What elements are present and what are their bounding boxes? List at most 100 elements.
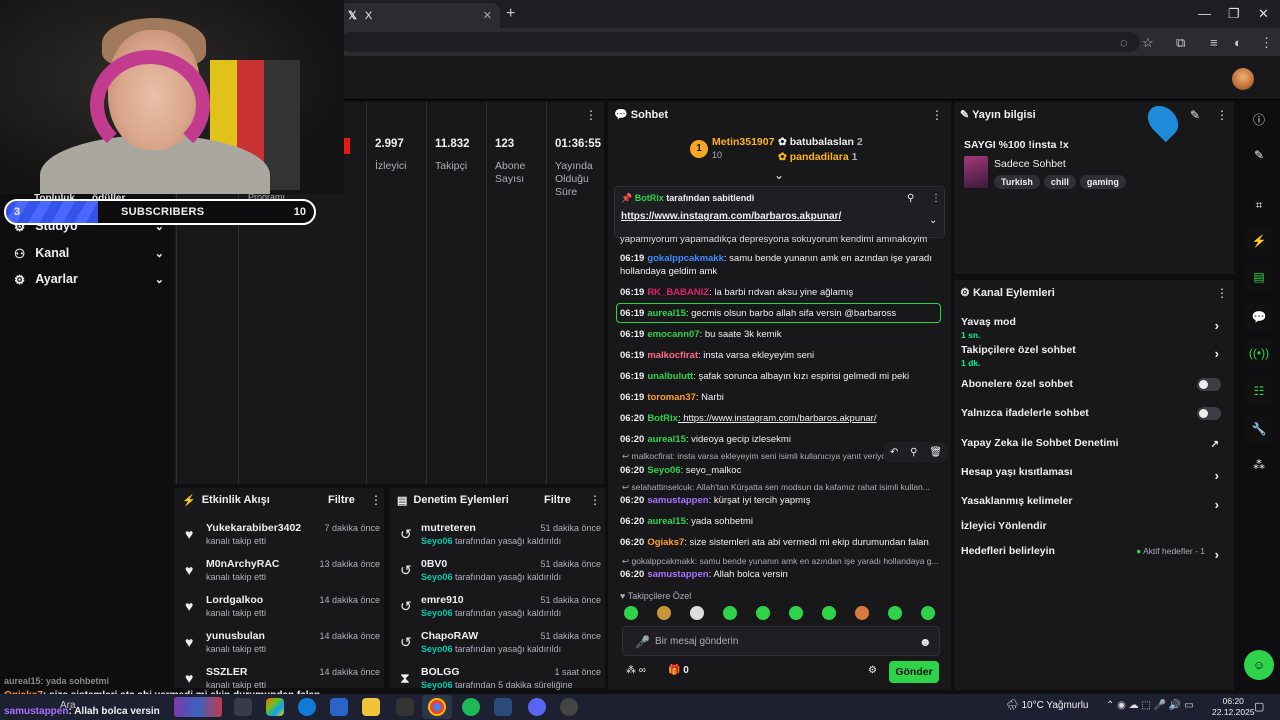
list-item[interactable]: ♥ M0nArchyRAC kanalı takip etti 13 dakik… (182, 558, 380, 588)
chat-icon[interactable]: 💬 (1245, 304, 1273, 330)
tray-icons[interactable]: ⌃ ◉ ☁ ⬚ 🎤 🔊 ▭ (1106, 700, 1194, 711)
chat-message[interactable]: 06:20 aureal15: yada sohbetmi (620, 515, 940, 528)
chat-input[interactable]: 🎤 Bir mesaj gönderin ☻ (622, 626, 940, 656)
clock[interactable]: 06:20 22.12.2025 (1212, 696, 1255, 718)
mail-icon[interactable] (330, 698, 348, 716)
trash-icon[interactable]: 🗑 (929, 447, 942, 458)
support-icon[interactable]: ☺ (1244, 650, 1274, 680)
close-icon[interactable]: ✕ (483, 9, 492, 22)
browser-tab[interactable]: 𝕏 X ✕ (340, 3, 500, 28)
emote-icon[interactable] (921, 606, 935, 620)
kebab-icon[interactable]: ⋮ (589, 493, 601, 507)
screenshot-icon[interactable]: ⌗ (1245, 192, 1273, 218)
leaderboard-item[interactable]: ✿ batubalaslan 2 (778, 136, 863, 148)
taskbar-search[interactable]: Ara (60, 700, 76, 711)
chat-message[interactable]: 06:20 samustappen: kürşat iyi tercih yapm… (620, 494, 940, 507)
category-name[interactable]: Sadece Sohbet (994, 158, 1066, 170)
list-item[interactable]: ♥ Yukekarabiber3402 kanalı takip etti 7 … (182, 522, 380, 552)
copilot-icon[interactable] (266, 698, 284, 716)
chat-settings-icon[interactable]: ⚙ (868, 665, 877, 676)
tag[interactable]: Turkish (994, 175, 1040, 189)
list-item[interactable]: ↺ ChapoRAW Seyo06 tarafından yasağı kald… (397, 630, 601, 660)
info-icon[interactable]: ⓘ (1245, 106, 1273, 132)
list-item[interactable]: ♥ yunusbulan kanalı takip etti 14 dakika… (182, 630, 380, 660)
channel-action-row[interactable]: Yapay Zeka ile Sohbet Denetimi ↗ (961, 437, 1227, 450)
chat-message[interactable]: 06:20 Seyo06: seyo_malkoc (620, 464, 940, 477)
pencil-icon[interactable]: ✎ (1190, 108, 1200, 122)
channel-action-row[interactable]: Yalnızca ifadelerle sohbet (961, 407, 1227, 420)
wrench-icon[interactable]: 🔧 (1245, 416, 1273, 442)
edge-icon[interactable] (298, 698, 316, 716)
toggle-switch[interactable] (1197, 378, 1221, 391)
new-tab-button[interactable]: + (506, 5, 515, 23)
chat-message[interactable]: 06:20 BotRix: https://www.instagram.com/b… (620, 412, 940, 425)
list-item[interactable]: ↺ emre910 Seyo06 tarafından yasağı kaldı… (397, 594, 601, 624)
minimize-icon[interactable]: — (1198, 6, 1211, 21)
list-item[interactable]: ↺ 0BV0 Seyo06 tarafından yasağı kaldırıl… (397, 558, 601, 588)
mic-icon[interactable]: 🎤 (635, 635, 650, 649)
emote-icon[interactable] (624, 606, 638, 620)
expand-icon[interactable]: ⌄ (774, 168, 784, 182)
folder-icon[interactable] (362, 698, 380, 716)
list-item[interactable]: ⧗ BOLGG Seyo06 tarafından 5 dakika sürel… (397, 666, 601, 696)
chat-message[interactable]: 06:19 toroman37: Narbi (620, 391, 940, 404)
toggle-switch[interactable] (1197, 407, 1221, 420)
pinned-message[interactable]: 📌 BotRix tarafından sabitlendi https://w… (614, 186, 945, 238)
leaderboard-item[interactable]: ✿ pandadilara 1 (778, 151, 857, 163)
chat-message[interactable]: 06:19 unalbulutt: şafak sorunca albayın k… (620, 370, 940, 383)
steam-icon[interactable] (494, 698, 512, 716)
emote-icon[interactable] (855, 606, 869, 620)
filter-button[interactable]: Filtre (544, 494, 571, 506)
avatar[interactable] (1232, 68, 1254, 90)
eye-off-icon[interactable]: ◌ (1120, 35, 1128, 50)
moderation-icon[interactable]: ☷ (1245, 378, 1273, 404)
taskbar-thumbnail[interactable] (174, 697, 222, 717)
menu-icon[interactable]: ⋮ (1260, 35, 1273, 51)
reply-icon[interactable]: ↶ (890, 447, 898, 458)
emote-icon[interactable] (888, 606, 902, 620)
emote-icon[interactable] (789, 606, 803, 620)
emoji-icon[interactable]: ☻ (919, 635, 932, 649)
chat-message[interactable]: 06:20 samustappen: Allah bolca versin (620, 568, 940, 581)
profile-icon[interactable]: ◐ (1234, 35, 1242, 50)
channel-action-row[interactable]: Takipçilere özel sohbet 1 dk. › (961, 344, 1227, 368)
weather-widget[interactable]: 🌧 10°C Yağmurlu (1006, 700, 1088, 711)
filter-button[interactable]: Filtre (328, 494, 355, 506)
kebab-icon[interactable]: ⋮ (1216, 108, 1228, 122)
pencil-icon[interactable]: ✎ (1245, 142, 1273, 168)
kebab-icon[interactable]: ⋮ (931, 108, 943, 122)
xbox-icon[interactable] (396, 698, 414, 716)
nav-item-ayarlar[interactable]: ⚙ Ayarlar ⌄ (14, 267, 164, 291)
list-item[interactable]: ↺ mutreteren Seyo06 tarafından yasağı ka… (397, 522, 601, 552)
list-item[interactable]: ♥ Lordgalkoo kanalı takip etti 14 dakika… (182, 594, 380, 624)
tag[interactable]: gaming (1079, 175, 1126, 189)
reply-context[interactable]: ↩ gokalppcakmakk: samu bende yunanın amk… (622, 556, 942, 567)
chat-message[interactable]: 06:20 Ogiaks7: size sistemleri ata abi ve… (620, 536, 940, 549)
kebab-icon[interactable]: ⋮ (1216, 286, 1228, 300)
channel-action-row[interactable]: İzleyici Yönlendir (961, 520, 1227, 532)
kebab-icon[interactable]: ⋮ (370, 493, 382, 507)
app-icon[interactable] (560, 698, 578, 716)
channel-action-row[interactable]: Hedefleri belirleyin › ● Aktif hedefler - … (961, 545, 1227, 562)
chrome-icon[interactable] (428, 698, 446, 716)
tag[interactable]: chill (1043, 175, 1076, 189)
kebab-icon[interactable]: ⋮ (931, 193, 941, 204)
broadcast-icon[interactable]: ((•)) (1245, 340, 1273, 366)
channel-action-row[interactable]: Hesap yaşı kısıtlaması › (961, 466, 1227, 483)
notification-icon[interactable]: ▢ (1254, 700, 1264, 713)
restore-icon[interactable]: ❐ (1228, 6, 1240, 22)
nav-item-kanal[interactable]: ⚇ Kanal ⌄ (14, 241, 164, 265)
spotify-icon[interactable] (462, 698, 480, 716)
points-icon[interactable]: ⁂ (1245, 452, 1273, 478)
send-button[interactable]: Gönder (889, 661, 939, 683)
emote-icon[interactable] (657, 606, 671, 620)
media-icon[interactable]: ≡ (1210, 35, 1218, 50)
emote-icon[interactable] (756, 606, 770, 620)
chat-message[interactable]: 06:19 malkocfirat: insta varsa ekleyeyim … (620, 349, 940, 362)
chevron-down-icon[interactable]: ⌄ (929, 215, 937, 226)
pinned-link[interactable]: https://www.instagram.com/barbaros.akpun… (621, 211, 841, 222)
emote-icon[interactable] (822, 606, 836, 620)
pin-icon[interactable]: ⚲ (910, 447, 917, 458)
star-icon[interactable]: ☆ (1142, 35, 1154, 51)
emote-icon[interactable] (723, 606, 737, 620)
